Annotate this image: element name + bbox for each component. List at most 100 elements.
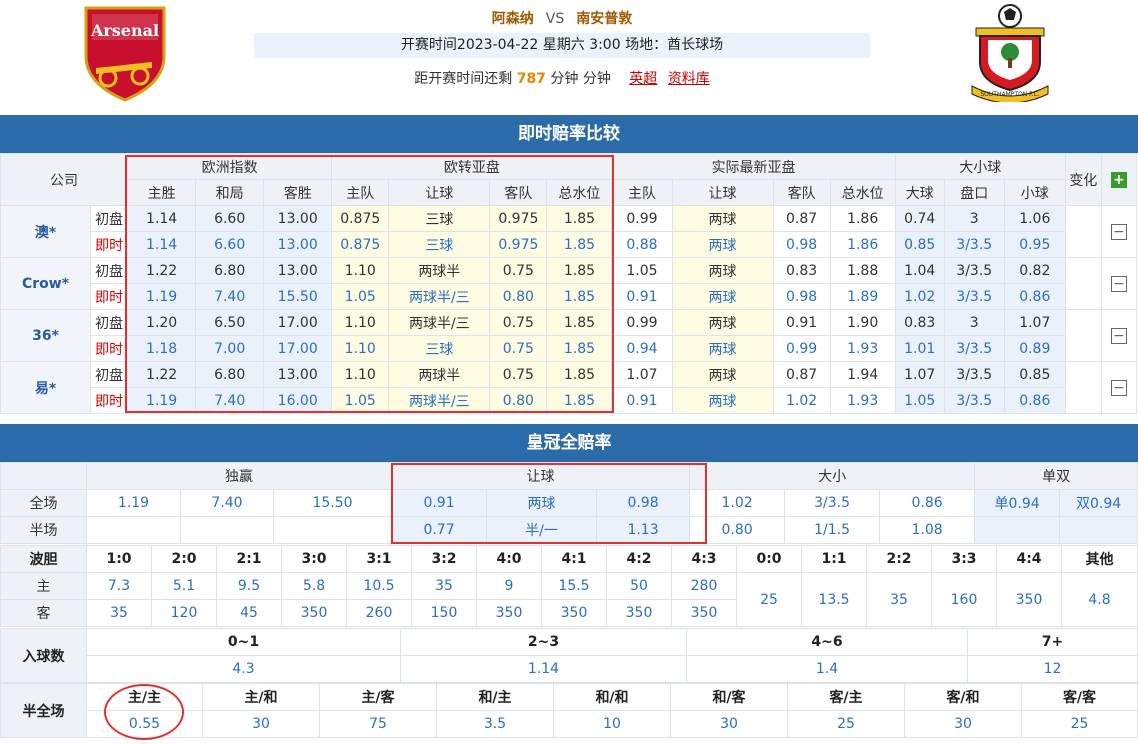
odds-cell[interactable]: 1.05: [611, 257, 673, 284]
crown-half-cell[interactable]: 0.77: [391, 516, 488, 544]
away-team-name[interactable]: 南安普敦: [576, 11, 632, 27]
score-away-odds[interactable]: 350: [281, 599, 347, 627]
odds-cell[interactable]: 1.90: [829, 309, 896, 336]
goals-odds[interactable]: 1.14: [400, 655, 687, 683]
htft-odds[interactable]: 25: [1021, 710, 1138, 738]
crown-full-cell[interactable]: 7.40: [180, 489, 274, 517]
htft-odds[interactable]: 75: [319, 710, 437, 738]
add-company-button[interactable]: +: [1100, 153, 1138, 206]
odds-cell[interactable]: 6.60: [195, 231, 265, 258]
odds-cell[interactable]: 1.05: [894, 387, 945, 414]
odds-cell[interactable]: 1.04: [894, 257, 945, 284]
odds-cell[interactable]: 两球: [671, 205, 774, 232]
crown-full-cell[interactable]: 3/3.5: [784, 489, 881, 517]
htft-odds[interactable]: 30: [904, 710, 1022, 738]
odds-cell[interactable]: 13.00: [263, 231, 333, 258]
score-home-odds[interactable]: 7.3: [86, 572, 152, 600]
odds-cell[interactable]: 0.975: [489, 231, 548, 258]
odds-cell[interactable]: 1.05: [331, 283, 390, 310]
score-home-odds[interactable]: 280: [671, 572, 737, 600]
crown-half-cell[interactable]: [1059, 516, 1138, 544]
crown-half-cell[interactable]: 1.13: [596, 516, 691, 544]
database-link[interactable]: 资料库: [668, 71, 710, 87]
minus-icon[interactable]: −: [1110, 379, 1127, 396]
odds-cell[interactable]: 1.93: [829, 387, 896, 414]
odds-cell[interactable]: 0.80: [489, 387, 548, 414]
odds-cell[interactable]: 1.85: [546, 361, 613, 388]
odds-cell[interactable]: 1.86: [829, 231, 896, 258]
htft-odds[interactable]: 25: [787, 710, 905, 738]
score-home-odds[interactable]: 9: [476, 572, 542, 600]
crown-half-cell[interactable]: 0.80: [689, 516, 786, 544]
odds-cell[interactable]: 三球: [388, 231, 491, 258]
crown-full-cell[interactable]: 两球: [486, 489, 598, 517]
odds-cell[interactable]: 0.99: [611, 205, 673, 232]
odds-cell[interactable]: 0.82: [1003, 257, 1066, 284]
odds-cell[interactable]: 0.87: [772, 361, 831, 388]
htft-odds[interactable]: 10: [553, 710, 671, 738]
odds-cell[interactable]: 1.18: [127, 335, 197, 362]
score-home-odds[interactable]: 15.5: [541, 572, 607, 600]
htft-odds[interactable]: 3.5: [436, 710, 554, 738]
htft-odds[interactable]: 30: [670, 710, 788, 738]
odds-cell[interactable]: 13.00: [263, 257, 333, 284]
odds-cell[interactable]: 两球半/三: [388, 387, 491, 414]
goals-odds[interactable]: 4.3: [86, 655, 401, 683]
crown-half-cell[interactable]: 半/一: [486, 516, 598, 544]
draw-score-odds[interactable]: 25: [736, 572, 802, 627]
odds-cell[interactable]: 0.87: [772, 205, 831, 232]
score-away-odds[interactable]: 350: [606, 599, 672, 627]
odds-cell[interactable]: 两球: [671, 257, 774, 284]
odds-cell[interactable]: 0.98: [772, 283, 831, 310]
minus-icon[interactable]: −: [1110, 223, 1127, 240]
odds-cell[interactable]: 0.83: [894, 309, 945, 336]
odds-cell[interactable]: 17.00: [263, 335, 333, 362]
crown-half-cell[interactable]: [974, 516, 1061, 544]
odds-cell[interactable]: 1.14: [127, 231, 197, 258]
score-home-odds[interactable]: 10.5: [346, 572, 412, 600]
odds-cell[interactable]: 0.75: [489, 309, 548, 336]
score-away-odds[interactable]: 150: [411, 599, 477, 627]
crown-full-cell[interactable]: 0.91: [391, 489, 488, 517]
odds-cell[interactable]: 两球半: [388, 257, 491, 284]
odds-cell[interactable]: 1.02: [894, 283, 945, 310]
odds-cell[interactable]: 7.00: [195, 335, 265, 362]
collapse-button[interactable]: −: [1100, 205, 1138, 258]
odds-cell[interactable]: 3/3.5: [943, 335, 1005, 362]
odds-cell[interactable]: 0.98: [772, 231, 831, 258]
crown-full-cell[interactable]: 1.19: [86, 489, 181, 517]
odds-cell[interactable]: 1.10: [331, 335, 390, 362]
odds-cell[interactable]: 0.80: [489, 283, 548, 310]
odds-cell[interactable]: 1.14: [127, 205, 197, 232]
odds-cell[interactable]: 1.07: [1003, 309, 1066, 336]
home-team-name[interactable]: 阿森纳: [492, 11, 534, 27]
odds-cell[interactable]: 0.74: [894, 205, 945, 232]
odds-cell[interactable]: 0.75: [489, 335, 548, 362]
odds-cell[interactable]: 1.22: [127, 257, 197, 284]
draw-score-odds[interactable]: 160: [931, 572, 997, 627]
odds-cell[interactable]: 1.93: [829, 335, 896, 362]
odds-cell[interactable]: 3/3.5: [943, 387, 1005, 414]
odds-cell[interactable]: 1.85: [546, 231, 613, 258]
odds-cell[interactable]: 0.94: [611, 335, 673, 362]
draw-score-odds[interactable]: 350: [996, 572, 1062, 627]
odds-cell[interactable]: 1.86: [829, 205, 896, 232]
odds-cell[interactable]: 1.85: [546, 283, 613, 310]
odds-cell[interactable]: 0.91: [611, 283, 673, 310]
htft-odds[interactable]: 30: [202, 710, 320, 738]
odds-cell[interactable]: 两球: [671, 335, 774, 362]
odds-cell[interactable]: 17.00: [263, 309, 333, 336]
odds-cell[interactable]: 0.75: [489, 257, 548, 284]
odds-cell[interactable]: 0.89: [1003, 335, 1066, 362]
odds-cell[interactable]: 1.88: [829, 257, 896, 284]
odds-cell[interactable]: 两球半/三: [388, 309, 491, 336]
odds-cell[interactable]: 1.89: [829, 283, 896, 310]
odds-cell[interactable]: 3/3.5: [943, 283, 1005, 310]
odds-cell[interactable]: 13.00: [263, 205, 333, 232]
odds-cell[interactable]: 7.40: [195, 387, 265, 414]
company-name[interactable]: Crow*: [0, 257, 92, 310]
odds-cell[interactable]: 0.75: [489, 361, 548, 388]
odds-cell[interactable]: 两球: [671, 309, 774, 336]
odds-cell[interactable]: 1.10: [331, 257, 390, 284]
crown-full-cell[interactable]: 单0.94: [974, 489, 1061, 517]
